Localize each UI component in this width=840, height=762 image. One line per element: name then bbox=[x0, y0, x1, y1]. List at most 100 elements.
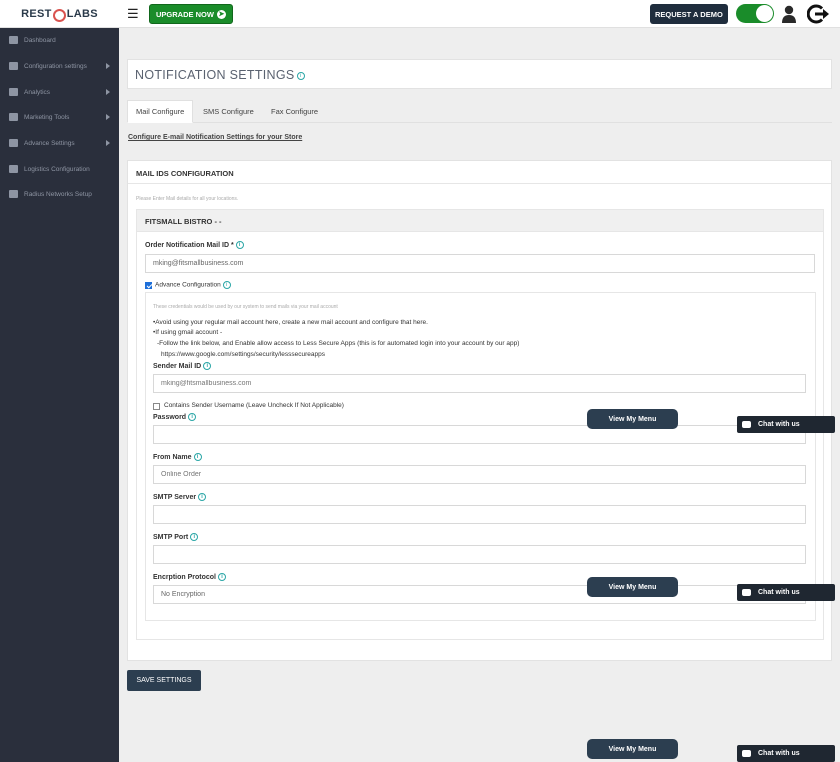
from-name-label: From Name i bbox=[153, 453, 202, 461]
encryption-select[interactable]: No Encryption bbox=[153, 585, 806, 604]
sidebar-item-radius-networks-setup[interactable]: Radius Networks Setup bbox=[0, 185, 119, 203]
upgrade-label: UPGRADE NOW bbox=[156, 9, 214, 19]
sidebar-item-logistics-configuration[interactable]: Logistics Configuration bbox=[0, 160, 119, 178]
from-name-input[interactable] bbox=[153, 465, 806, 484]
tip-follow-link: -Follow the link below, and Enable allow… bbox=[157, 340, 520, 347]
view-my-menu-button[interactable]: View My Menu bbox=[587, 409, 678, 429]
sender-mail-input[interactable] bbox=[153, 374, 806, 393]
user-icon[interactable] bbox=[781, 5, 797, 23]
sidebar-item-label: Dashboard bbox=[24, 36, 56, 44]
encryption-label-text: Encrption Protocol bbox=[153, 573, 216, 581]
smtp-port-input[interactable] bbox=[153, 545, 806, 564]
logo-mark-icon bbox=[52, 8, 66, 22]
order-mail-value: mking@fitsmallbusiness.com bbox=[153, 260, 244, 267]
credentials-note: These credentials would be used by our s… bbox=[153, 304, 338, 310]
sidebar-item-configuration-settings[interactable]: Configuration settings bbox=[0, 57, 119, 75]
page-title: NOTIFICATION SETTINGS i bbox=[135, 68, 305, 82]
tab-mail-configure[interactable]: Mail Configure bbox=[127, 100, 194, 123]
upgrade-now-button[interactable]: UPGRADE NOW ➤ bbox=[149, 4, 233, 24]
smtp-server-input[interactable] bbox=[153, 505, 806, 524]
hamburger-menu-icon[interactable]: ☰ bbox=[127, 7, 139, 20]
analytics-icon bbox=[9, 88, 18, 96]
location-name: FITSMALL BISTRO - - bbox=[145, 217, 222, 226]
wrench-icon bbox=[9, 139, 18, 147]
sidebar-item-marketing-tools[interactable]: Marketing Tools bbox=[0, 108, 119, 126]
from-name-label-text: From Name bbox=[153, 453, 192, 461]
info-icon[interactable]: i bbox=[296, 71, 305, 80]
info-icon[interactable]: i bbox=[235, 241, 244, 249]
sidebar-item-analytics[interactable]: Analytics bbox=[0, 83, 119, 101]
logo-text-right: LABS bbox=[66, 8, 98, 20]
caret-right-icon bbox=[106, 114, 110, 120]
configure-email-link[interactable]: Configure E-mail Notification Settings f… bbox=[128, 134, 302, 141]
caret-right-icon bbox=[106, 140, 110, 146]
panel-subtitle: Please Enter Mail details for all your l… bbox=[136, 196, 239, 202]
info-icon[interactable]: i bbox=[222, 281, 231, 289]
sidebar-item-advance-settings[interactable]: Advance Settings bbox=[0, 134, 119, 152]
caret-right-icon bbox=[106, 63, 110, 69]
chat-with-us-button[interactable]: Chat with us bbox=[737, 416, 835, 433]
info-icon[interactable]: i bbox=[203, 362, 212, 370]
order-mail-label-text: Order Notification Mail ID * bbox=[145, 241, 234, 249]
tip-avoid-regular: •Avoid using your regular mail account h… bbox=[153, 319, 428, 326]
contains-username-checkbox[interactable] bbox=[153, 403, 160, 410]
order-mail-label: Order Notification Mail ID * i bbox=[145, 241, 244, 249]
password-label: Password i bbox=[153, 413, 197, 421]
tip-gmail: •If using gmail account - bbox=[153, 329, 223, 336]
location-header: FITSMALL BISTRO - - bbox=[137, 210, 823, 232]
sidebar-item-label: Logistics Configuration bbox=[24, 165, 90, 173]
smtp-port-label-text: SMTP Port bbox=[153, 533, 189, 541]
config-tabs: Mail Configure SMS Configure Fax Configu… bbox=[127, 100, 832, 123]
smtp-server-label-text: SMTP Server bbox=[153, 493, 197, 501]
logo-text-left: REST bbox=[21, 8, 52, 20]
view-my-menu-button[interactable]: View My Menu bbox=[587, 577, 678, 597]
page-title-text: NOTIFICATION SETTINGS bbox=[135, 68, 295, 82]
chat-bubble-icon bbox=[742, 421, 751, 428]
restolabs-logo[interactable]: REST LABS bbox=[0, 0, 119, 28]
advance-config-label-text: Advance Configuration bbox=[155, 281, 221, 289]
smtp-server-label: SMTP Server i bbox=[153, 493, 207, 501]
info-icon[interactable]: i bbox=[190, 533, 199, 541]
order-mail-field[interactable]: mking@fitsmallbusiness.com bbox=[145, 254, 815, 273]
smtp-port-label: SMTP Port i bbox=[153, 533, 199, 541]
page-title-card: NOTIFICATION SETTINGS i bbox=[127, 59, 832, 89]
sender-mail-label-text: Sender Mail ID bbox=[153, 362, 202, 370]
chat-with-us-button[interactable]: Chat with us bbox=[737, 584, 835, 601]
toggle-knob bbox=[756, 5, 773, 22]
encryption-value: No Encryption bbox=[161, 591, 205, 598]
sidebar-item-dashboard[interactable]: Dashboard bbox=[0, 31, 119, 49]
mode-toggle[interactable] bbox=[736, 4, 774, 23]
advance-config-label: Advance Configuration i bbox=[155, 281, 231, 289]
gear-icon bbox=[9, 165, 18, 173]
sidebar: Dashboard Configuration settings Analyti… bbox=[0, 28, 119, 762]
tab-sms-configure[interactable]: SMS Configure bbox=[195, 100, 262, 123]
sidebar-item-label: Analytics bbox=[24, 88, 51, 96]
info-icon[interactable]: i bbox=[193, 453, 202, 461]
info-icon[interactable]: i bbox=[188, 413, 197, 421]
logout-icon[interactable] bbox=[807, 4, 829, 24]
chat-bubble-icon bbox=[742, 750, 751, 757]
sidebar-item-label: Configuration settings bbox=[24, 62, 87, 70]
save-settings-button[interactable]: SAVE SETTINGS bbox=[127, 670, 201, 691]
view-my-menu-button[interactable]: View My Menu bbox=[587, 739, 678, 759]
panel-title: MAIL IDS CONFIGURATION bbox=[136, 169, 234, 178]
chat-bubble-icon bbox=[742, 589, 751, 596]
password-input[interactable] bbox=[153, 425, 806, 444]
panel-header: MAIL IDS CONFIGURATION bbox=[128, 161, 831, 184]
caret-right-icon bbox=[106, 89, 110, 95]
sender-mail-label: Sender Mail ID i bbox=[153, 362, 212, 370]
info-icon[interactable]: i bbox=[218, 573, 226, 581]
chat-label: Chat with us bbox=[758, 750, 800, 757]
dashboard-icon bbox=[9, 36, 18, 44]
chat-with-us-button[interactable]: Chat with us bbox=[737, 745, 835, 762]
tab-fax-configure[interactable]: Fax Configure bbox=[263, 100, 326, 123]
advance-config-checkbox[interactable] bbox=[145, 282, 152, 289]
bank-icon bbox=[9, 62, 18, 70]
contains-username-label: Contains Sender Username (Leave Uncheck … bbox=[164, 402, 344, 409]
less-secure-apps-link[interactable]: https://www.google.com/settings/security… bbox=[161, 351, 325, 358]
info-icon[interactable]: i bbox=[198, 493, 207, 501]
request-demo-button[interactable]: REQUEST A DEMO bbox=[650, 4, 728, 24]
sidebar-item-label: Advance Settings bbox=[24, 139, 75, 147]
megaphone-icon bbox=[9, 113, 18, 121]
sidebar-item-label: Radius Networks Setup bbox=[24, 190, 92, 198]
